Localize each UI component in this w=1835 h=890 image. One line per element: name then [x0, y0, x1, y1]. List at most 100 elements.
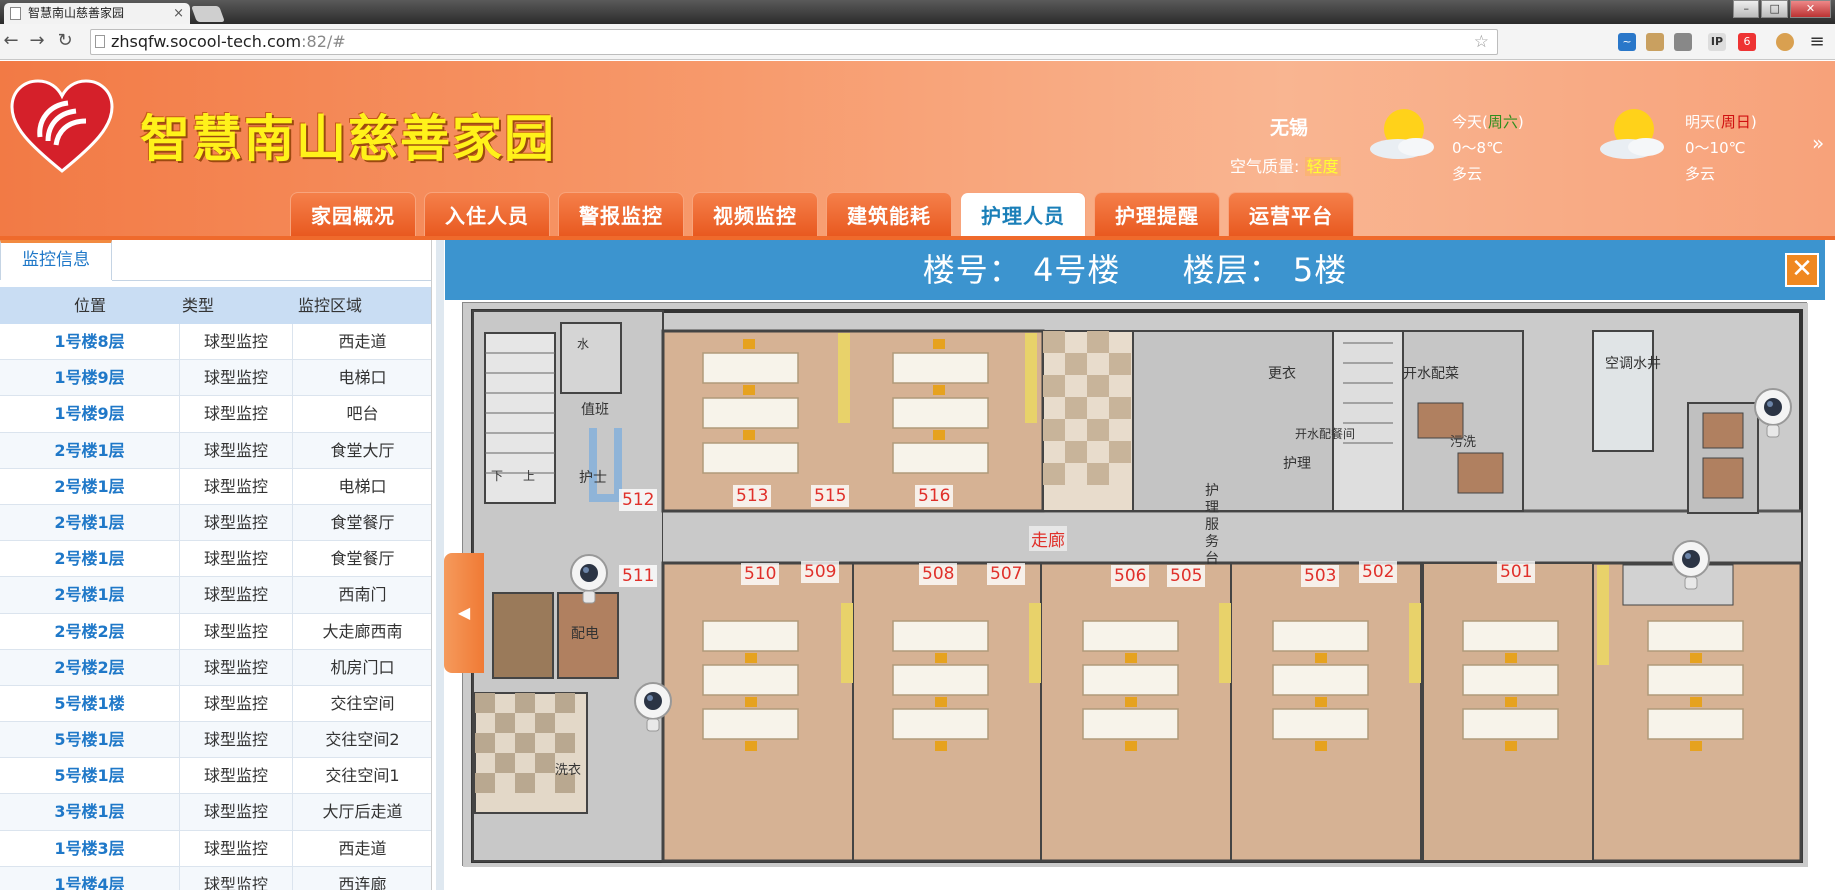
browser-tab-title: 智慧南山慈善家园 — [28, 6, 125, 20]
cell-location[interactable]: 5号楼1楼 — [0, 685, 180, 722]
cell-location[interactable]: 1号楼3层 — [0, 830, 180, 866]
camera-icon[interactable] — [569, 553, 609, 605]
table-row[interactable]: 1号楼4层 球型监控 西连廊 — [0, 866, 431, 890]
extension-wave-icon[interactable]: ~ — [1618, 33, 1636, 51]
table-row[interactable]: 2号楼1层 球型监控 食堂餐厅 — [0, 541, 431, 578]
cell-type: 球型监控 — [180, 649, 293, 685]
building-value: 4号楼 — [1032, 251, 1121, 289]
weather-more-arrow-icon[interactable]: » — [1812, 131, 1824, 155]
cell-type: 球型监控 — [180, 432, 293, 468]
cell-location[interactable]: 2号楼2层 — [0, 613, 180, 649]
camera-icon[interactable] — [1671, 539, 1711, 591]
table-row[interactable]: 5号楼1层 球型监控 交往空间1 — [0, 758, 431, 795]
tab-underline — [112, 280, 431, 281]
cell-location[interactable]: 1号楼9层 — [0, 360, 180, 396]
cell-location[interactable]: 2号楼1层 — [0, 577, 180, 613]
page-icon — [95, 35, 105, 48]
reload-button[interactable]: ↻ — [54, 30, 76, 51]
table-row[interactable]: 2号楼1层 球型监控 西南门 — [0, 577, 431, 614]
room-label[interactable]: 512 — [619, 489, 658, 511]
water-label: 水 — [577, 337, 590, 351]
extension-people-icon[interactable] — [1646, 33, 1664, 51]
forward-button[interactable]: → — [26, 30, 48, 51]
main-nav: 家园概况 入住人员 警报监控 视频监控 建筑能耗 护理人员 护理提醒 运营平台 — [290, 192, 1362, 237]
maximize-button[interactable]: □ — [1761, 0, 1788, 18]
table-row[interactable]: 5号楼1楼 球型监控 交往空间 — [0, 685, 431, 723]
room-label[interactable]: 509 — [801, 561, 840, 583]
cell-location[interactable]: 5号楼1层 — [0, 758, 180, 794]
site-title: 智慧南山慈善家园 — [140, 109, 556, 168]
table-row[interactable]: 2号楼2层 球型监控 大走廊西南 — [0, 613, 431, 650]
room-label[interactable]: 502 — [1359, 561, 1398, 583]
camera-icon[interactable] — [633, 681, 673, 733]
room-label[interactable]: 513 — [733, 485, 772, 507]
table-row[interactable]: 5号楼1层 球型监控 交往空间2 — [0, 722, 431, 759]
tab-close-icon[interactable]: × — [173, 3, 184, 24]
cell-type: 球型监控 — [180, 685, 293, 722]
cell-type: 球型监控 — [180, 468, 293, 504]
sunny-cloudy-icon — [1370, 109, 1434, 159]
air-quality: 空气质量: 轻度 — [1230, 153, 1341, 177]
tab-residents[interactable]: 入住人员 — [424, 192, 550, 237]
table-row[interactable]: 2号楼2层 球型监控 机房门口 — [0, 649, 431, 686]
table-row[interactable]: 2号楼1层 球型监控 电梯口 — [0, 468, 431, 505]
room-label[interactable]: 507 — [987, 563, 1026, 585]
extension-window-icon[interactable] — [1674, 33, 1692, 51]
cell-location[interactable]: 2号楼1层 — [0, 541, 180, 577]
room-label[interactable]: 503 — [1301, 565, 1340, 587]
tab-nursing-staff[interactable]: 护理人员 — [960, 192, 1086, 237]
room-label[interactable]: 515 — [811, 485, 850, 507]
close-viewer-button[interactable]: ✕ — [1785, 253, 1819, 287]
tab-alarm-monitor[interactable]: 警报监控 — [558, 192, 684, 237]
browser-tab-bar: 智慧南山慈善家园 × – □ ✕ — [0, 0, 1835, 24]
browser-tab[interactable]: 智慧南山慈善家园 × — [4, 3, 190, 24]
address-bar[interactable]: zhsqfw.socool-tech.com:82/# ☆ — [90, 29, 1498, 55]
room-label[interactable]: 501 — [1497, 561, 1536, 583]
cell-location[interactable]: 3号楼1层 — [0, 794, 180, 830]
room-label[interactable]: 516 — [915, 485, 954, 507]
window-close-button[interactable]: ✕ — [1789, 0, 1831, 18]
extension-cookie-icon[interactable] — [1776, 33, 1794, 51]
table-row[interactable]: 3号楼1层 球型监控 大厅后走道 — [0, 794, 431, 831]
cell-location[interactable]: 1号楼4层 — [0, 866, 180, 890]
tab-nursing-reminder[interactable]: 护理提醒 — [1094, 192, 1220, 237]
bookmark-star-icon[interactable]: ☆ — [1474, 30, 1489, 54]
cell-location[interactable]: 1号楼9层 — [0, 396, 180, 432]
table-row[interactable]: 1号楼8层 球型监控 西走道 — [0, 324, 431, 361]
collapse-panel-button[interactable]: ◀ — [444, 553, 484, 673]
table-row[interactable]: 1号楼3层 球型监控 西走道 — [0, 830, 431, 867]
minimize-button[interactable]: – — [1733, 0, 1760, 18]
extension-badge-icon[interactable]: 6 — [1738, 33, 1756, 51]
room-label[interactable]: 506 — [1111, 565, 1150, 587]
cell-area: 食堂餐厅 — [330, 512, 395, 532]
tab-monitor-info[interactable]: 监控信息 — [0, 240, 112, 280]
table-row[interactable]: 2号楼1层 球型监控 食堂大厅 — [0, 432, 431, 469]
table-row[interactable]: 2号楼1层 球型监控 食堂餐厅 — [0, 504, 431, 542]
cell-location[interactable]: 1号楼8层 — [0, 324, 180, 360]
cell-location[interactable]: 2号楼1层 — [0, 468, 180, 504]
back-button[interactable]: ← — [0, 30, 22, 51]
tab-operations[interactable]: 运营平台 — [1228, 192, 1354, 237]
cell-location[interactable]: 5号楼1层 — [0, 722, 180, 758]
cell-location[interactable]: 2号楼1层 — [0, 432, 180, 468]
new-tab-button[interactable] — [191, 6, 225, 22]
camera-icon[interactable] — [1753, 387, 1793, 439]
cell-location[interactable]: 2号楼1层 — [0, 504, 180, 541]
room-label[interactable]: 510 — [741, 563, 780, 585]
cell-area: 大厅后走道 — [322, 802, 403, 822]
power-room-label: 配电 — [571, 626, 599, 642]
room-label[interactable]: 508 — [919, 563, 958, 585]
nurse-station-label: 护理服务台 — [1205, 483, 1219, 567]
tab-overview[interactable]: 家园概况 — [290, 192, 416, 237]
cell-location[interactable]: 2号楼2层 — [0, 649, 180, 685]
extension-ip-icon[interactable]: IP — [1708, 33, 1726, 51]
table-row[interactable]: 1号楼9层 球型监控 电梯口 — [0, 360, 431, 397]
tab-video-monitor[interactable]: 视频监控 — [692, 192, 818, 237]
menu-icon[interactable]: ≡ — [1808, 33, 1826, 51]
table-row[interactable]: 1号楼9层 球型监控 吧台 — [0, 396, 431, 433]
room-label[interactable]: 511 — [619, 565, 658, 587]
room-label[interactable]: 505 — [1167, 565, 1206, 587]
sunny-cloudy-icon — [1600, 109, 1664, 159]
tab-building-energy[interactable]: 建筑能耗 — [826, 192, 952, 237]
cell-area: 食堂餐厅 — [330, 549, 395, 569]
